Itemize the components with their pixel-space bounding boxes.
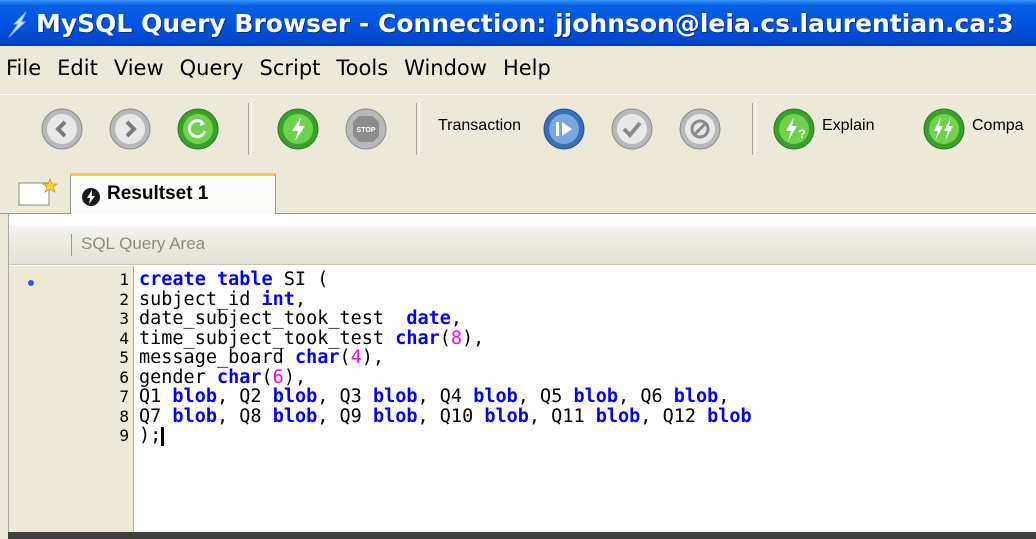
- code-line: message_board char(4),: [139, 347, 385, 368]
- toolbar-separator: [752, 103, 756, 155]
- sql-area-header: SQL Query Area: [9, 226, 1036, 265]
- line-numbers: 1 2 3 4 5 6 7 8 9: [119, 270, 129, 445]
- menu-help[interactable]: Help: [495, 46, 559, 90]
- menu-tools[interactable]: Tools: [328, 46, 396, 90]
- compare-lightning-icon: [923, 108, 965, 150]
- stop-label: STOP: [357, 127, 376, 134]
- window-title: MySQL Query Browser - Connection: jjohns…: [36, 9, 1014, 38]
- menu-edit[interactable]: Edit: [49, 46, 106, 90]
- line-gutter[interactable]: 1 2 3 4 5 6 7 8 9: [9, 266, 134, 532]
- transaction-start-icon: [543, 108, 585, 150]
- execute-button[interactable]: [276, 107, 320, 151]
- start-transaction-button[interactable]: [542, 107, 586, 151]
- toolbar: STOP Transaction ? Explain Compa: [0, 94, 1036, 164]
- refresh-button[interactable]: [176, 107, 220, 151]
- code-line: Q7 blob, Q8 blob, Q9 blob, Q10 blob, Q11…: [139, 405, 752, 427]
- tab-resultset-1[interactable]: Resultset 1: [70, 173, 276, 216]
- explain-button[interactable]: ?: [772, 107, 816, 151]
- code-line: date_subject_took_test date,: [139, 308, 463, 329]
- mysql-dolphin-icon: [6, 9, 32, 39]
- sql-area-title: SQL Query Area: [81, 234, 206, 253]
- back-button[interactable]: [40, 107, 84, 151]
- sql-editor[interactable]: create table SI (subject_id int, date_sub…: [139, 270, 752, 446]
- resultset-lightning-icon: [81, 184, 101, 206]
- code-line: Q1 blob, Q2 blob, Q3 blob, Q4 blob, Q5 b…: [139, 386, 730, 407]
- menu-script[interactable]: Script: [251, 46, 328, 90]
- commit-button[interactable]: [610, 107, 654, 151]
- lightning-icon: [277, 108, 319, 150]
- menu-view[interactable]: View: [106, 46, 172, 90]
- menu-query[interactable]: Query: [172, 46, 252, 90]
- check-icon: [611, 108, 653, 150]
- svg-text:?: ?: [798, 127, 805, 141]
- text-cursor: [161, 426, 165, 446]
- tab-strip: Resultset 1: [0, 163, 1036, 216]
- code-line: create table SI (: [139, 269, 329, 290]
- explain-lightning-icon: ?: [773, 108, 815, 150]
- code-line: gender char(6),: [139, 366, 307, 388]
- tab-label: Resultset 1: [107, 183, 209, 204]
- sql-query-panel: SQL Query Area 1 2 3 4 5 6 7 8 9 create …: [8, 214, 1036, 532]
- stop-sign-icon: STOP: [345, 108, 387, 150]
- compare-button[interactable]: [922, 107, 966, 151]
- explain-label: Explain: [822, 117, 875, 134]
- rollback-button[interactable]: [678, 107, 722, 151]
- compare-label: Compa: [972, 117, 1024, 134]
- back-arrow-icon: [41, 108, 83, 150]
- refresh-icon: [177, 108, 219, 150]
- menu-file[interactable]: File: [0, 46, 49, 90]
- new-tab-button[interactable]: [18, 177, 59, 207]
- header-divider: [71, 234, 72, 256]
- cancel-icon: [679, 108, 721, 150]
- code-line: );: [139, 426, 752, 446]
- forward-button[interactable]: [108, 107, 152, 151]
- menu-bar: File Edit View Query Script Tools Window Help: [0, 46, 1036, 90]
- code-line: time_subject_took_test char(8),: [139, 327, 485, 349]
- new-tab-icon: [18, 177, 59, 206]
- code-line: subject_id int,: [139, 288, 307, 310]
- bottom-border: [8, 532, 1036, 539]
- toolbar-separator: [248, 103, 252, 155]
- title-bar: MySQL Query Browser - Connection: jjohns…: [0, 0, 1036, 46]
- stop-button[interactable]: STOP: [344, 107, 388, 151]
- menu-window[interactable]: Window: [396, 46, 495, 90]
- transaction-label: Transaction: [438, 117, 521, 134]
- current-line-marker: [28, 280, 34, 286]
- forward-arrow-icon: [109, 108, 151, 150]
- toolbar-separator: [416, 103, 420, 155]
